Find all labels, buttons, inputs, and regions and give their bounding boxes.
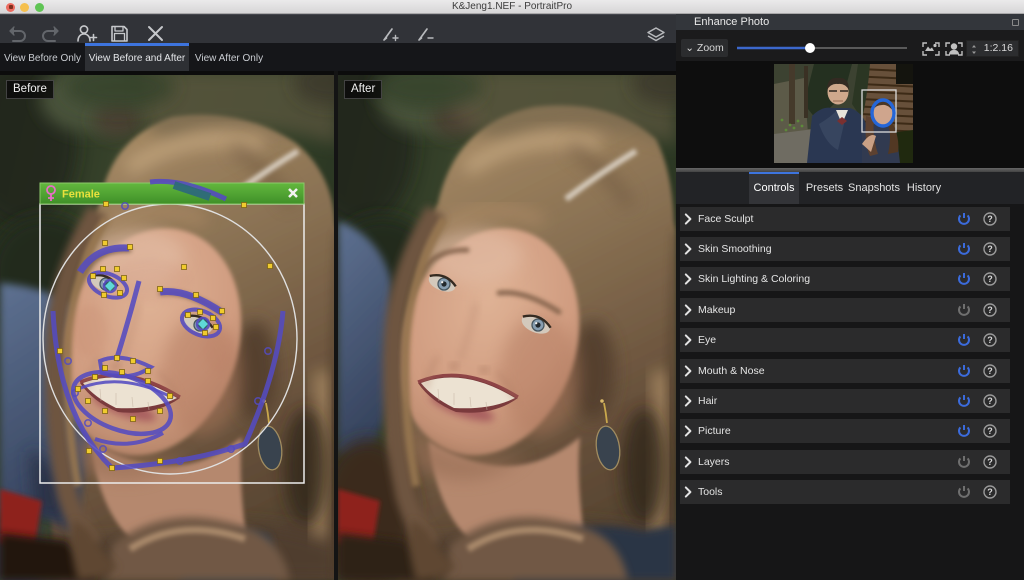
svg-text:?: ? [987, 214, 993, 224]
svg-text:?: ? [987, 274, 993, 284]
svg-text:?: ? [987, 244, 993, 254]
svg-text:?: ? [987, 305, 993, 315]
svg-text:?: ? [987, 487, 993, 497]
svg-text:?: ? [987, 396, 993, 406]
svg-text:?: ? [987, 426, 993, 436]
svg-text:Female: Female [62, 189, 100, 201]
svg-text:?: ? [987, 366, 993, 376]
svg-text:?: ? [987, 457, 993, 467]
svg-text:?: ? [987, 335, 993, 345]
